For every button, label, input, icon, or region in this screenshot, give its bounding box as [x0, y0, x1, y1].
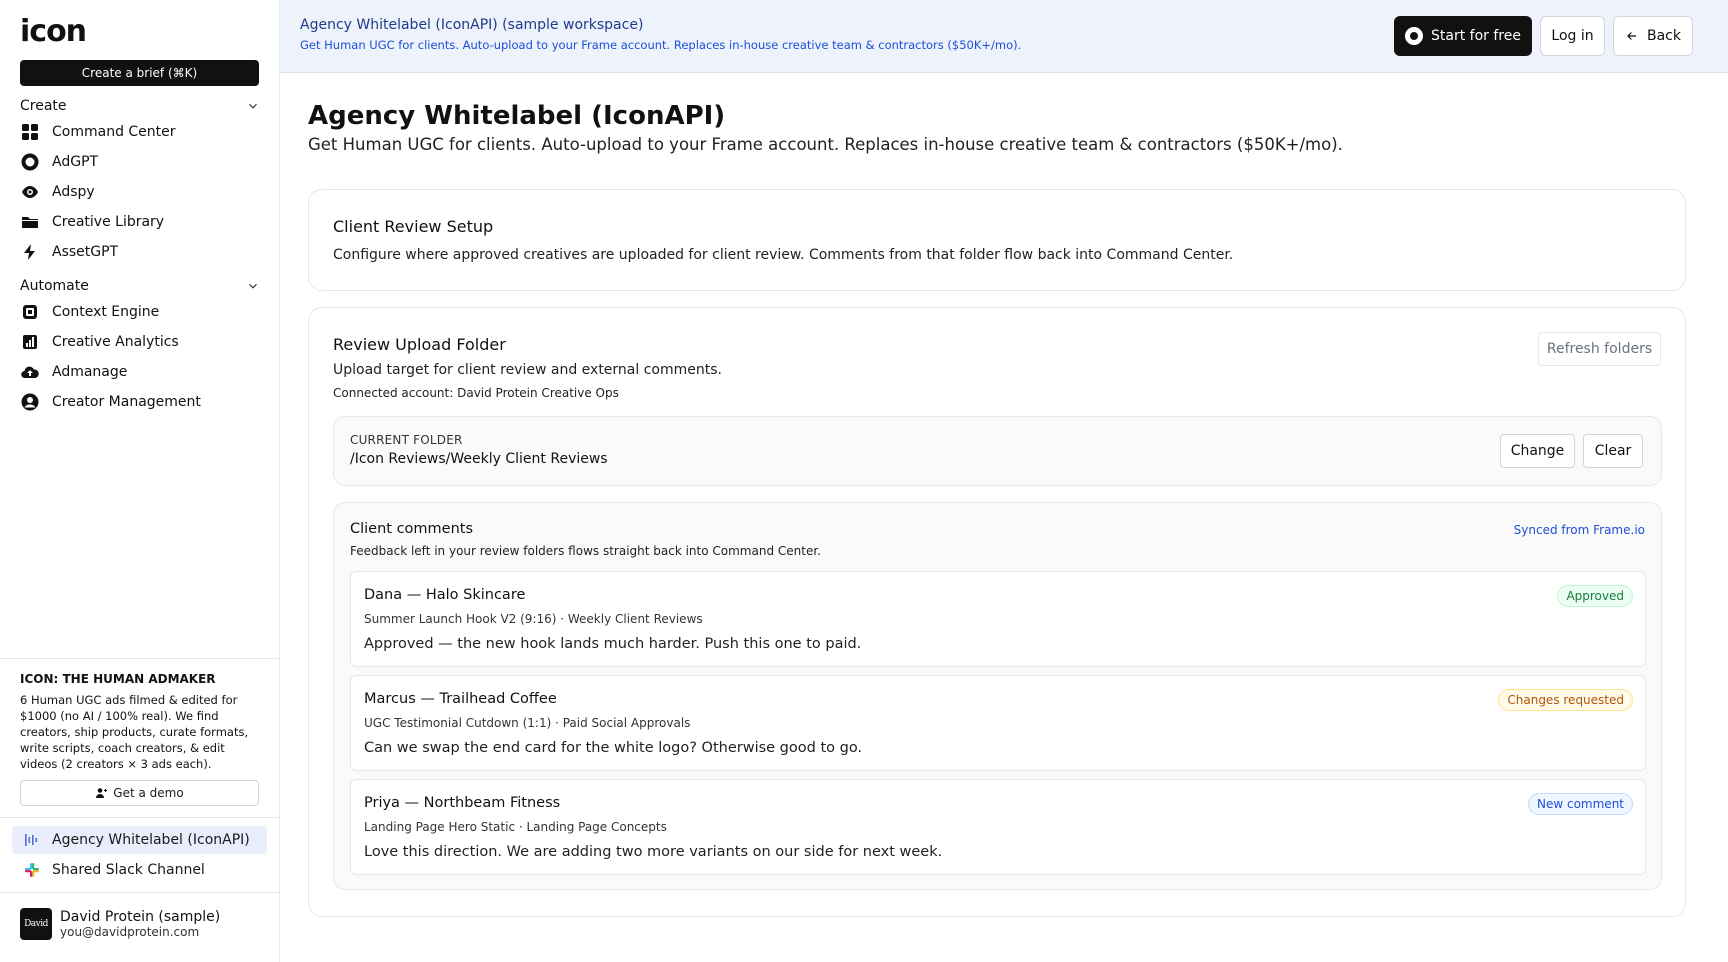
card-title: Review Upload Folder	[333, 335, 506, 354]
section-automate-toggle[interactable]: Automate	[20, 276, 260, 296]
grid-icon	[20, 122, 40, 142]
user-profile[interactable]: David David Protein (sample) you@davidpr…	[20, 908, 220, 940]
promo-title: ICON: THE HUMAN ADMAKER	[20, 672, 216, 686]
comments-subtitle: Feedback left in your review folders flo…	[350, 544, 821, 558]
client-review-setup-card: Client Review Setup Configure where appr…	[308, 189, 1686, 291]
comment-body: Approved — the new hook lands much harde…	[364, 636, 862, 652]
sidebar-item-label: Context Engine	[52, 304, 160, 320]
promo-text: 6 Human UGC ads filmed & edited for $100…	[20, 693, 249, 771]
page-subtitle: Get Human UGC for clients. Auto-upload t…	[308, 135, 1343, 154]
comment-item[interactable]: Dana — Halo Skincare Summer Launch Hook …	[350, 571, 1646, 667]
banner-title: Agency Whitelabel (IconAPI) (sample work…	[300, 17, 644, 33]
sidebar-item-creative-library[interactable]: Creative Library	[20, 209, 270, 235]
comment-author: Dana — Halo Skincare	[364, 587, 526, 603]
logo[interactable]: icon	[20, 14, 87, 49]
sidebar-item-context-engine[interactable]: Context Engine	[20, 299, 270, 325]
get-demo-button[interactable]: Get a demo	[20, 780, 259, 806]
sidebar-item-label: AdGPT	[52, 154, 99, 170]
comments-title: Client comments	[350, 521, 474, 537]
sidebar-item-creative-analytics[interactable]: Creative Analytics	[20, 329, 270, 355]
workspace-banner: Agency Whitelabel (IconAPI) (sample work…	[280, 0, 1728, 73]
eye-icon	[20, 182, 40, 202]
sidebar-item-label: AssetGPT	[52, 244, 119, 260]
user-circle-icon	[20, 392, 40, 412]
comment-body: Can we swap the end card for the white l…	[364, 740, 863, 756]
comment-meta: Summer Launch Hook V2 (9:16) · Weekly Cl…	[364, 612, 703, 626]
refresh-folders-button[interactable]: Refresh folders	[1538, 332, 1661, 366]
start-free-label: Start for free	[1431, 28, 1521, 44]
workspace-label: Shared Slack Channel	[52, 862, 205, 878]
sidebar-item-adspy[interactable]: Adspy	[20, 179, 270, 205]
sidebar-item-label: Creative Library	[52, 214, 165, 230]
get-demo-label: Get a demo	[113, 786, 184, 800]
user-email: you@davidprotein.com	[60, 925, 200, 939]
sidebar-item-admanage[interactable]: Admanage	[20, 359, 270, 385]
synced-frameio-link[interactable]: Synced from Frame.io	[1514, 523, 1645, 537]
bar-chart-icon	[20, 332, 40, 352]
sidebar-item-adgpt[interactable]: AdGPT	[20, 149, 270, 175]
sidebar-item-label: Command Center	[52, 124, 176, 140]
section-label: Create	[20, 98, 67, 114]
status-badge: Approved	[1557, 585, 1633, 607]
status-badge: Changes requested	[1498, 689, 1633, 711]
comment-item[interactable]: Marcus — Trailhead Coffee UGC Testimonia…	[350, 675, 1646, 771]
login-button[interactable]: Log in	[1540, 16, 1605, 56]
current-folder-panel: CURRENT FOLDER /Icon Reviews/Weekly Clie…	[333, 416, 1662, 486]
comment-body: Love this direction. We are adding two m…	[364, 844, 943, 860]
sidebar: icon Create a brief (⌘K) Create Command …	[0, 0, 280, 962]
slack-icon	[22, 860, 42, 880]
change-folder-button[interactable]: Change	[1500, 434, 1575, 468]
sidebar-item-label: Adspy	[52, 184, 95, 200]
comment-author: Marcus — Trailhead Coffee	[364, 691, 557, 707]
sidebar-item-command-center[interactable]: Command Center	[20, 119, 270, 145]
avatar: David	[20, 908, 52, 940]
status-badge: New comment	[1528, 793, 1633, 815]
card-title: Client Review Setup	[333, 217, 494, 236]
cloud-upload-icon	[20, 362, 40, 382]
login-label: Log in	[1551, 28, 1594, 44]
current-folder-label: CURRENT FOLDER	[350, 433, 463, 447]
review-upload-folder-card: Review Upload Folder Upload target for c…	[308, 307, 1686, 917]
arrow-left-icon	[1627, 32, 1637, 40]
comment-meta: Landing Page Hero Static · Landing Page …	[364, 820, 667, 834]
page-title: Agency Whitelabel (IconAPI)	[308, 101, 726, 131]
start-free-button[interactable]: Start for free	[1394, 16, 1532, 56]
banner-subtitle: Get Human UGC for clients. Auto-upload t…	[300, 38, 1022, 52]
sidebar-item-label: Creative Analytics	[52, 334, 179, 350]
back-button[interactable]: Back	[1613, 16, 1693, 56]
card-description: Configure where approved creatives are u…	[333, 247, 1234, 263]
chip-icon	[20, 302, 40, 322]
chevron-down-icon	[249, 283, 257, 289]
sidebar-item-label: Admanage	[52, 364, 128, 380]
workspace-item-slack-channel[interactable]: Shared Slack Channel	[12, 856, 267, 884]
section-create-toggle[interactable]: Create	[20, 96, 260, 116]
user-name: David Protein (sample)	[60, 909, 221, 925]
sidebar-item-assetgpt[interactable]: AssetGPT	[20, 239, 270, 265]
create-brief-button[interactable]: Create a brief (⌘K)	[20, 60, 259, 86]
card-description: Upload target for client review and exte…	[333, 362, 722, 378]
comment-item[interactable]: Priya — Northbeam Fitness Landing Page H…	[350, 779, 1646, 875]
divider	[0, 892, 280, 893]
circle-logo-icon	[20, 152, 40, 172]
clear-folder-button[interactable]: Clear	[1583, 434, 1643, 468]
connected-account: Connected account: David Protein Creativ…	[333, 386, 619, 400]
waveform-icon	[22, 830, 42, 850]
divider	[0, 817, 280, 818]
section-label: Automate	[20, 278, 89, 294]
chevron-down-icon	[249, 103, 257, 109]
workspace-item-agency-whitelabel[interactable]: Agency Whitelabel (IconAPI)	[12, 826, 267, 854]
workspace-label: Agency Whitelabel (IconAPI)	[52, 832, 250, 848]
sidebar-item-creator-management[interactable]: Creator Management	[20, 389, 270, 415]
folder-icon	[20, 212, 40, 232]
comment-meta: UGC Testimonial Cutdown (1:1) · Paid Soc…	[364, 716, 691, 730]
user-plus-icon	[96, 788, 108, 798]
promo-panel: ICON: THE HUMAN ADMAKER 6 Human UGC ads …	[0, 658, 280, 806]
sidebar-item-label: Creator Management	[52, 394, 201, 410]
back-label: Back	[1647, 28, 1681, 44]
comment-author: Priya — Northbeam Fitness	[364, 795, 561, 811]
bolt-icon	[20, 242, 40, 262]
circle-logo-icon	[1405, 27, 1424, 45]
client-comments-panel: Client comments Feedback left in your re…	[333, 502, 1662, 890]
current-folder-path: /Icon Reviews/Weekly Client Reviews	[350, 451, 608, 467]
